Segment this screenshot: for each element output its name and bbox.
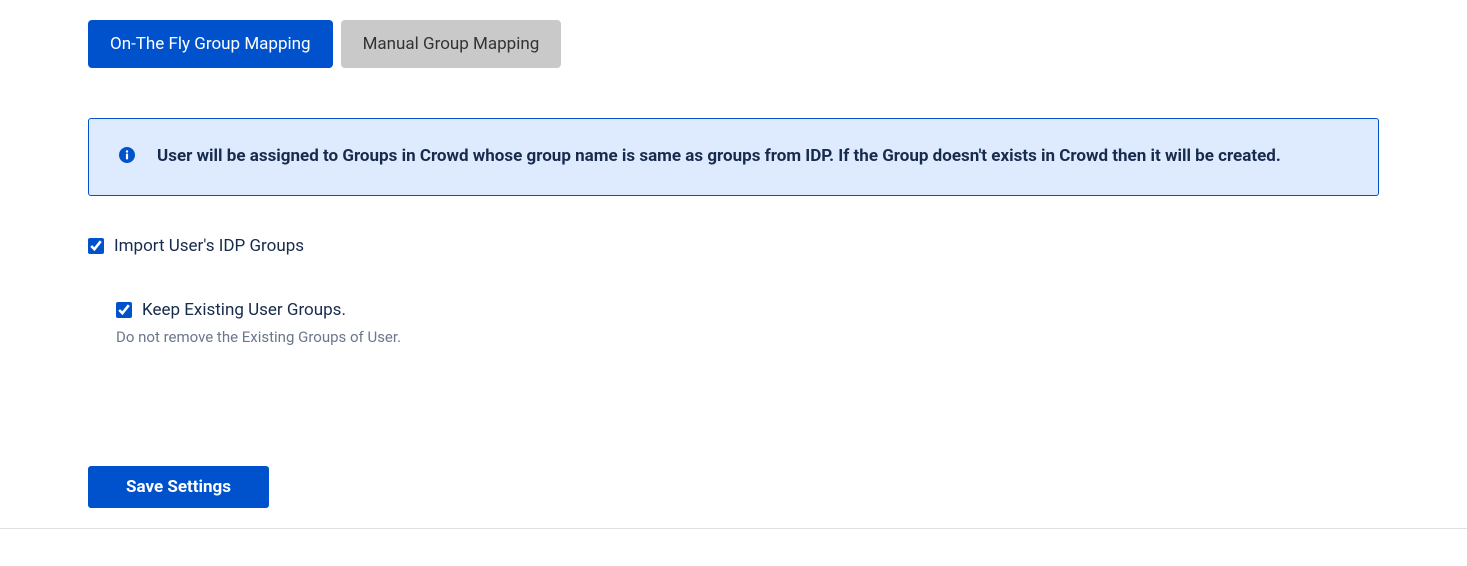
info-banner: User will be assigned to Groups in Crowd… — [88, 118, 1379, 196]
tabs-container: On-The Fly Group Mapping Manual Group Ma… — [88, 20, 1379, 68]
import-groups-row: Import User's IDP Groups — [88, 236, 1379, 256]
divider — [0, 528, 1467, 529]
info-icon — [119, 147, 135, 163]
info-text: User will be assigned to Groups in Crowd… — [157, 145, 1281, 169]
keep-groups-row: Keep Existing User Groups. — [116, 300, 1379, 320]
keep-groups-checkbox[interactable] — [116, 302, 132, 318]
tab-on-the-fly[interactable]: On-The Fly Group Mapping — [88, 20, 333, 68]
keep-groups-helper: Do not remove the Existing Groups of Use… — [116, 328, 1379, 346]
import-groups-label: Import User's IDP Groups — [114, 236, 304, 256]
save-button[interactable]: Save Settings — [88, 466, 269, 508]
import-groups-checkbox[interactable] — [88, 238, 104, 254]
tab-manual[interactable]: Manual Group Mapping — [341, 20, 562, 68]
keep-groups-label: Keep Existing User Groups. — [142, 300, 346, 320]
